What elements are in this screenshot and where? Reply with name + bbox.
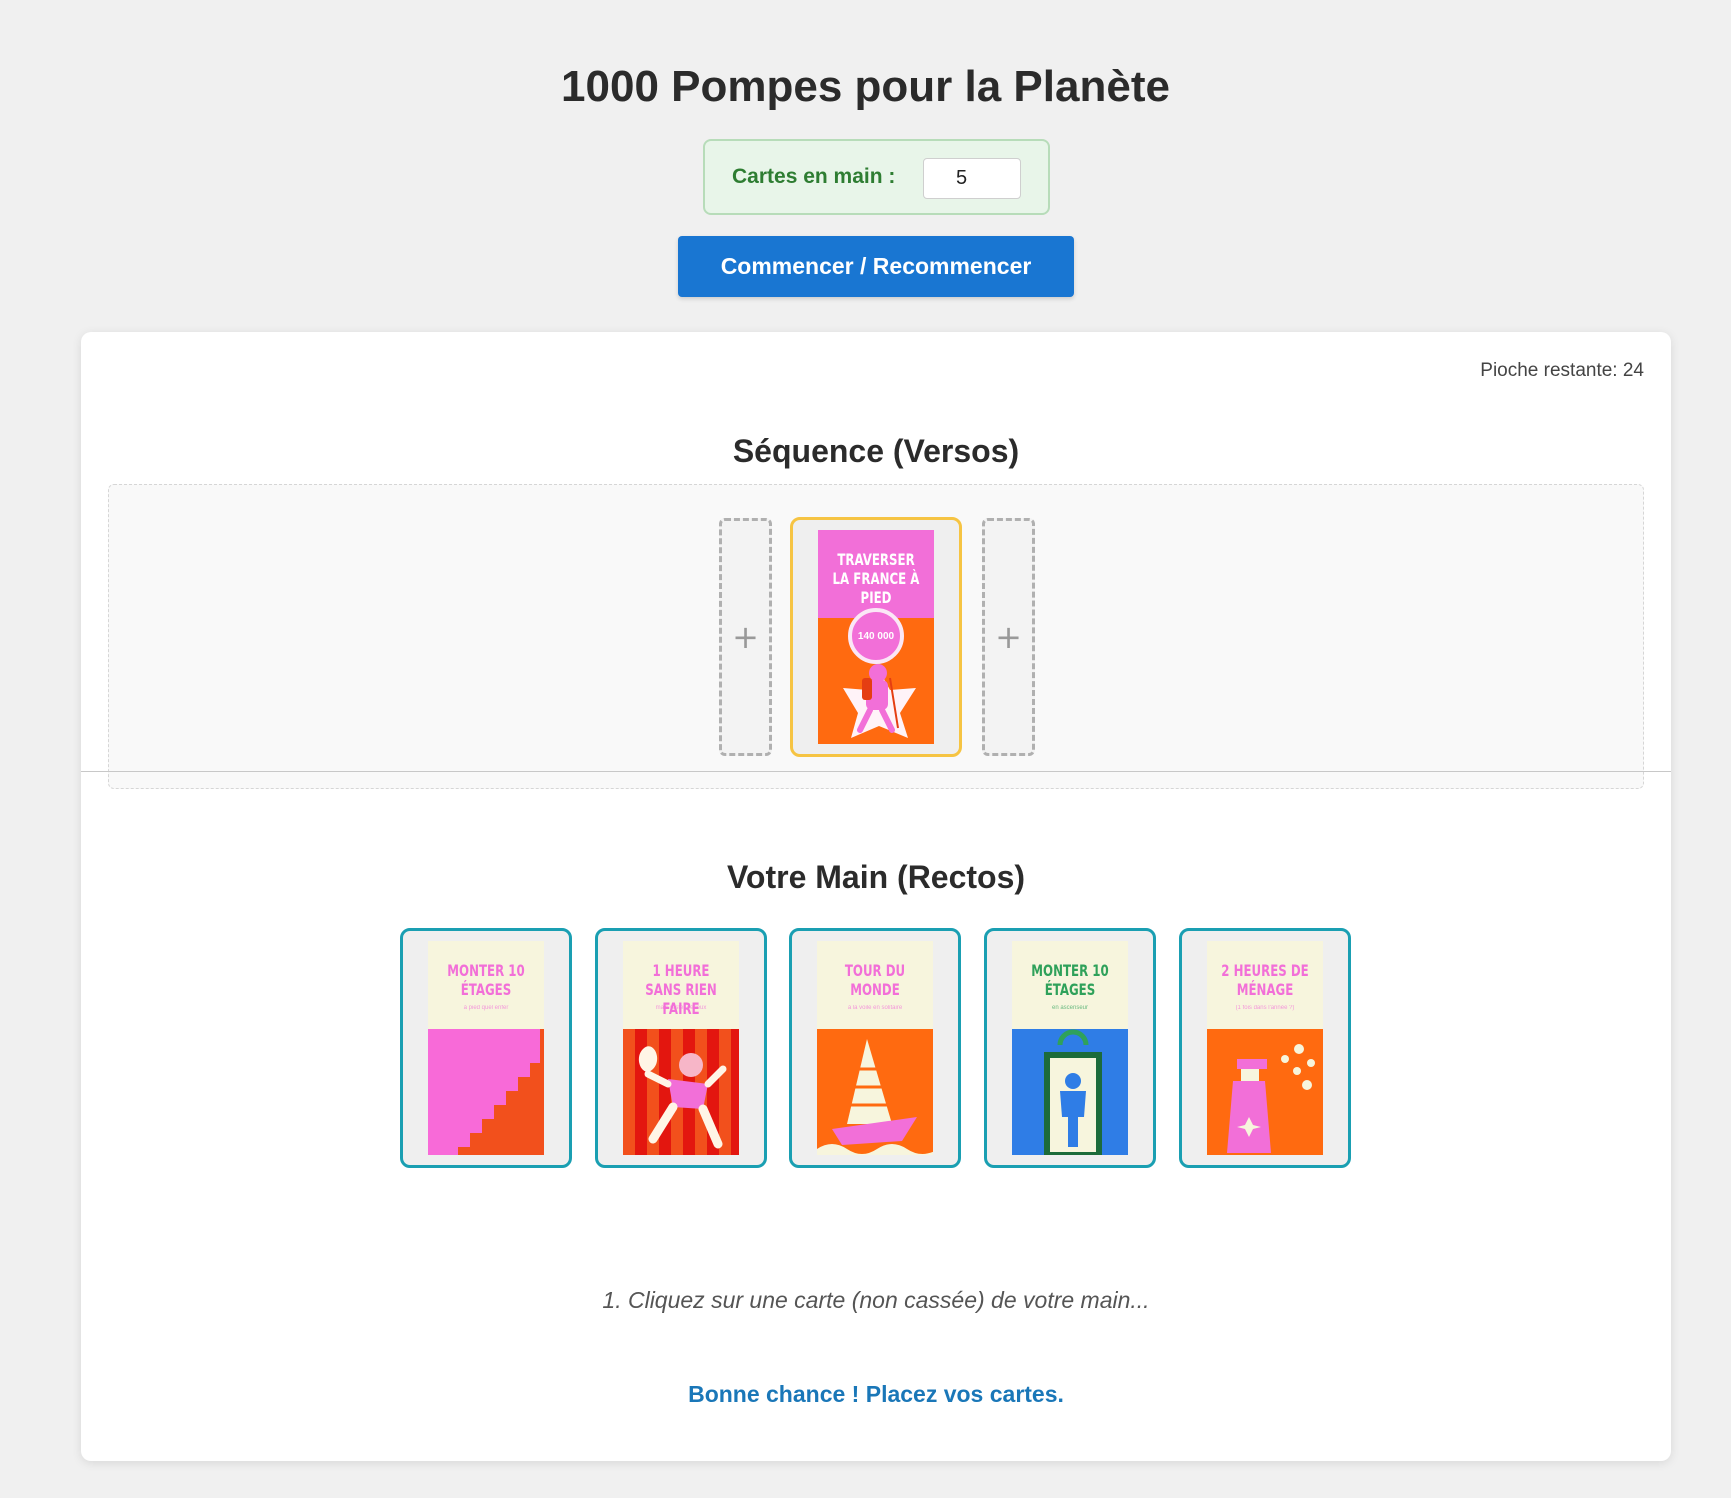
card-subtitle: mais rester sérieux (655, 1005, 707, 1011)
hand-card[interactable]: 1 HEURE SANS RIEN FAIRE mais rester séri… (595, 928, 767, 1168)
deck-remaining-counter: Pioche restante: 24 (1480, 360, 1644, 381)
stairs-illustration (458, 1029, 544, 1155)
hand-card[interactable]: 2 HEURES DE MÉNAGE (1 fois dans l'année … (1179, 928, 1351, 1168)
card-subtitle: à la voile en solitaire (847, 1005, 903, 1011)
hand-count-panel: Cartes en main : (703, 139, 1050, 215)
card-face: 1 HEURE SANS RIEN FAIRE mais rester séri… (623, 941, 739, 1155)
card-face: MONTER 10 ÉTAGES à pied quel enfer (428, 941, 544, 1155)
card-face: 2 HEURES DE MÉNAGE (1 fois dans l'année … (1207, 941, 1323, 1155)
elevator-illustration (1044, 1029, 1102, 1155)
card-face: TOUR DU MONDE à la voile en solitaire (817, 941, 933, 1155)
card-subtitle: en ascenseur (1051, 1005, 1089, 1011)
start-restart-button[interactable]: Commencer / Recommencer (678, 236, 1074, 297)
page-title: 1000 Pompes pour la Planète (561, 62, 1170, 111)
card-title: 2 HEURES DE MÉNAGE (1221, 961, 1309, 999)
card-subtitle: à pied quel enfer (463, 1005, 509, 1011)
relaxing-person-illustration (638, 1046, 727, 1149)
hand-card[interactable]: MONTER 10 ÉTAGES en ascenseur (984, 928, 1156, 1168)
hand-card[interactable]: TOUR DU MONDE à la voile en solitaire (789, 928, 961, 1168)
hand-count-label: Cartes en main : (732, 165, 896, 188)
sailboat-illustration (817, 1039, 933, 1155)
sequence-card[interactable]: TRAVERSER LA FRANCE À PIED 140 000 (790, 517, 962, 757)
insert-slot-left[interactable]: + (719, 518, 772, 756)
status-message: Bonne chance ! Placez vos cartes. (688, 1381, 1064, 1407)
insert-slot-right[interactable]: + (982, 518, 1035, 756)
card-value-badge: 140 000 (848, 608, 904, 664)
card-title: TOUR DU MONDE (844, 961, 906, 999)
card-subtitle: (1 fois dans l'année ?) (1235, 1005, 1295, 1011)
hand-card[interactable]: MONTER 10 ÉTAGES à pied quel enfer (400, 928, 572, 1168)
sequence-title: Séquence (Versos) (732, 433, 1020, 469)
hand-count-input[interactable] (923, 158, 1021, 199)
sequence-zone: + TRAVERSER LA FRANCE À PIED 140 000 + (108, 484, 1644, 789)
card-face: MONTER 10 ÉTAGES en ascenseur (1012, 941, 1128, 1155)
card-title: MONTER 10 ÉTAGES (447, 961, 525, 999)
spray-bottle-illustration (1227, 1044, 1315, 1153)
card-face: TRAVERSER LA FRANCE À PIED 140 000 (818, 530, 934, 744)
game-board: Pioche restante: 24 Séquence (Versos) + … (81, 332, 1671, 1461)
card-title: MONTER 10 ÉTAGES (1031, 961, 1109, 999)
divider-line (81, 771, 1671, 772)
hand-title: Votre Main (Rectos) (726, 859, 1026, 895)
instruction-text: 1. Cliquez sur une carte (non cassée) de… (602, 1287, 1150, 1313)
card-title: TRAVERSER LA FRANCE À PIED (832, 550, 920, 607)
